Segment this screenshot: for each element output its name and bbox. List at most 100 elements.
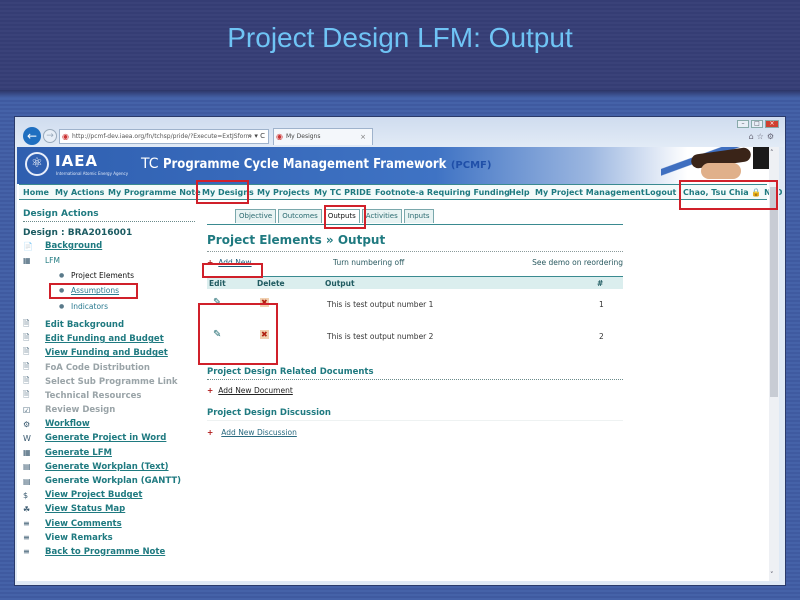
back-arrow-icon[interactable]: ← — [23, 127, 41, 145]
highlight-add-new — [202, 263, 263, 278]
design-actions-heading: Design Actions — [23, 209, 195, 222]
sidebar-item-edit-funding[interactable]: 🗎 Edit Funding and Budget — [23, 332, 195, 346]
sidebar-item-workflow[interactable]: ⚙ Workflow — [23, 417, 195, 431]
sidebar-item-view-funding[interactable]: 🗎 View Funding and Budget — [23, 346, 195, 360]
page-icon: ◉ — [276, 132, 283, 141]
document-icon: 🗎 — [23, 347, 30, 357]
nav-help[interactable]: Help — [509, 188, 530, 197]
tab-title: My Designs — [286, 133, 321, 140]
sidebar-item-label: Edit Funding and Budget — [45, 334, 164, 345]
sidebar-item-comments[interactable]: ≡ View Comments — [23, 517, 195, 531]
sidebar-item-lfm[interactable]: ▦ LFM — [23, 253, 195, 267]
title-divider — [207, 251, 623, 252]
nav-my-programme-note[interactable]: My Programme Note — [108, 188, 201, 197]
sidebar-item-label: Review Design — [45, 405, 116, 416]
sidebar-item-background[interactable]: 📄 Background — [23, 239, 195, 253]
grid-icon: ▦ — [23, 448, 31, 458]
photo-hand — [701, 163, 741, 179]
close-icon[interactable]: × — [360, 129, 366, 145]
address-actions[interactable]: ⌕ ▾ C — [248, 130, 265, 143]
sidebar-item-generate-lfm[interactable]: ▦ Generate LFM — [23, 446, 195, 460]
tab-outcomes[interactable]: Outcomes — [278, 209, 322, 223]
nav-home[interactable]: Home — [23, 188, 49, 197]
comments-icon: ≡ — [23, 519, 30, 529]
minimize-icon[interactable]: – — [737, 120, 749, 128]
output-number: 1 — [599, 300, 604, 309]
scroll-up-icon[interactable]: ˄ — [770, 149, 774, 157]
sidebar-item-label: LFM — [45, 255, 60, 265]
nav-my-actions[interactable]: My Actions — [55, 188, 104, 197]
sidebar-item-remarks[interactable]: ≡ View Remarks — [23, 531, 195, 545]
document-icon: 🗎 — [23, 333, 30, 343]
turn-numbering-off-link[interactable]: Turn numbering off — [333, 258, 404, 267]
highlight-outputs-tab — [324, 205, 366, 229]
sidebar-item-workplan-text[interactable]: ▤ Generate Workplan (Text) — [23, 460, 195, 474]
banner-title-main: Programme Cycle Management Framework — [162, 157, 447, 172]
sidebar-item-project-budget[interactable]: $ View Project Budget — [23, 488, 195, 502]
sidebar-item-label: Edit Background — [45, 319, 125, 330]
iaea-subtitle: International Atomic Energy Agency — [56, 171, 129, 176]
sidebar-item-foa-code: 🗎 FoA Code Distribution — [23, 360, 195, 374]
sidebar-item-workplan-gantt[interactable]: ▤ Generate Workplan (GANTT) — [23, 474, 195, 488]
gantt-icon: ▤ — [23, 476, 31, 486]
address-bar[interactable]: ◉ http://pcmf-dev.iaea.org/fn/tchsp/prid… — [59, 129, 269, 144]
status-map-icon: ☘ — [23, 504, 31, 514]
document-icon: 🗎 — [23, 318, 30, 328]
forward-arrow-icon[interactable]: → — [43, 129, 57, 143]
scroll-down-icon[interactable]: ˅ — [770, 571, 774, 579]
sidebar-item-label: Back to Programme Note — [45, 546, 166, 557]
tabs-divider — [207, 224, 623, 225]
dollar-icon: $ — [23, 490, 29, 500]
browser-chrome: ← → ◉ http://pcmf-dev.iaea.org/fn/tchsp/… — [15, 117, 785, 147]
see-demo-link[interactable]: See demo on reordering — [532, 258, 623, 267]
scrollbar-thumb[interactable] — [770, 187, 778, 397]
output-actions: + Add New Turn numbering off See demo on … — [207, 258, 623, 270]
col-number: # — [597, 279, 604, 288]
close-icon[interactable]: × — [765, 120, 779, 128]
sidebar-item-technical-resources: 🗎 Technical Resources — [23, 389, 195, 403]
tab-inputs[interactable]: Inputs — [403, 209, 434, 223]
plus-icon: + — [207, 386, 214, 395]
maximize-icon[interactable]: □ — [751, 120, 763, 128]
nav-my-tc-pride[interactable]: My TC PRIDE — [314, 188, 371, 197]
sidebar-item-label: Technical Resources — [45, 390, 142, 401]
highlight-my-designs — [196, 180, 249, 204]
sidebar-item-back-programme-note[interactable]: ≡ Back to Programme Note — [23, 545, 195, 559]
sidebar-item-label: Generate LFM — [45, 447, 112, 458]
add-discussion-label: Add New Discussion — [221, 428, 297, 437]
nav-footnote-a[interactable]: Footnote-a Requiring Funding — [375, 188, 510, 197]
banner-title-prefix: TC — [141, 156, 159, 172]
workplan-icon: ▤ — [23, 462, 31, 472]
sidebar-item-label: FoA Code Distribution — [45, 362, 150, 373]
vertical-scrollbar[interactable]: ˄ ˅ — [769, 147, 779, 581]
nav-my-project-management[interactable]: My Project Management — [535, 188, 645, 197]
tab-activities[interactable]: Activities — [361, 209, 402, 223]
design-actions-panel: Design Actions Design : BRA2016001 📄 Bac… — [23, 209, 195, 559]
col-output: Output — [325, 279, 355, 288]
sidebar-item-label: View Status Map — [45, 504, 126, 515]
banner-title-abbr: (PCMF) — [450, 160, 492, 171]
document-icon: 🗎 — [23, 389, 30, 399]
highlight-project-elements — [49, 283, 138, 299]
nav-my-projects[interactable]: My Projects — [257, 188, 310, 197]
add-new-document-button[interactable]: + Add New Document — [207, 386, 293, 395]
home-star-gear-icons[interactable]: ⌂☆⚙ — [749, 132, 777, 141]
browser-tab[interactable]: ◉ My Designs × — [273, 128, 373, 145]
grid-icon: ▦ — [23, 255, 31, 265]
output-text: This is test output number 1 — [327, 300, 434, 309]
slide-header: Project Design LFM: Output — [0, 0, 800, 98]
nav-logout[interactable]: Logout — [645, 188, 676, 197]
sidebar-item-label: View Project Budget — [45, 490, 143, 501]
sidebar-item-generate-word[interactable]: W Generate Project in Word — [23, 431, 195, 445]
browser-window: ← → ◉ http://pcmf-dev.iaea.org/fn/tchsp/… — [14, 116, 786, 586]
tab-objective[interactable]: Objective — [235, 209, 277, 223]
sidebar-item-edit-background[interactable]: 🗎 Edit Background — [23, 318, 195, 332]
sidebar-item-status-map[interactable]: ☘ View Status Map — [23, 502, 195, 516]
lfm-item-project-elements[interactable]: ● Project Elements — [23, 267, 195, 283]
review-icon: ☑ — [23, 405, 31, 415]
output-text: This is test output number 2 — [327, 332, 434, 341]
lfm-item-indicators[interactable]: ● Indicators — [23, 298, 195, 314]
add-new-discussion-button[interactable]: + Add New Discussion — [207, 428, 297, 437]
bullet-icon: ● — [59, 302, 65, 310]
slide-title: Project Design LFM: Output — [227, 22, 573, 53]
